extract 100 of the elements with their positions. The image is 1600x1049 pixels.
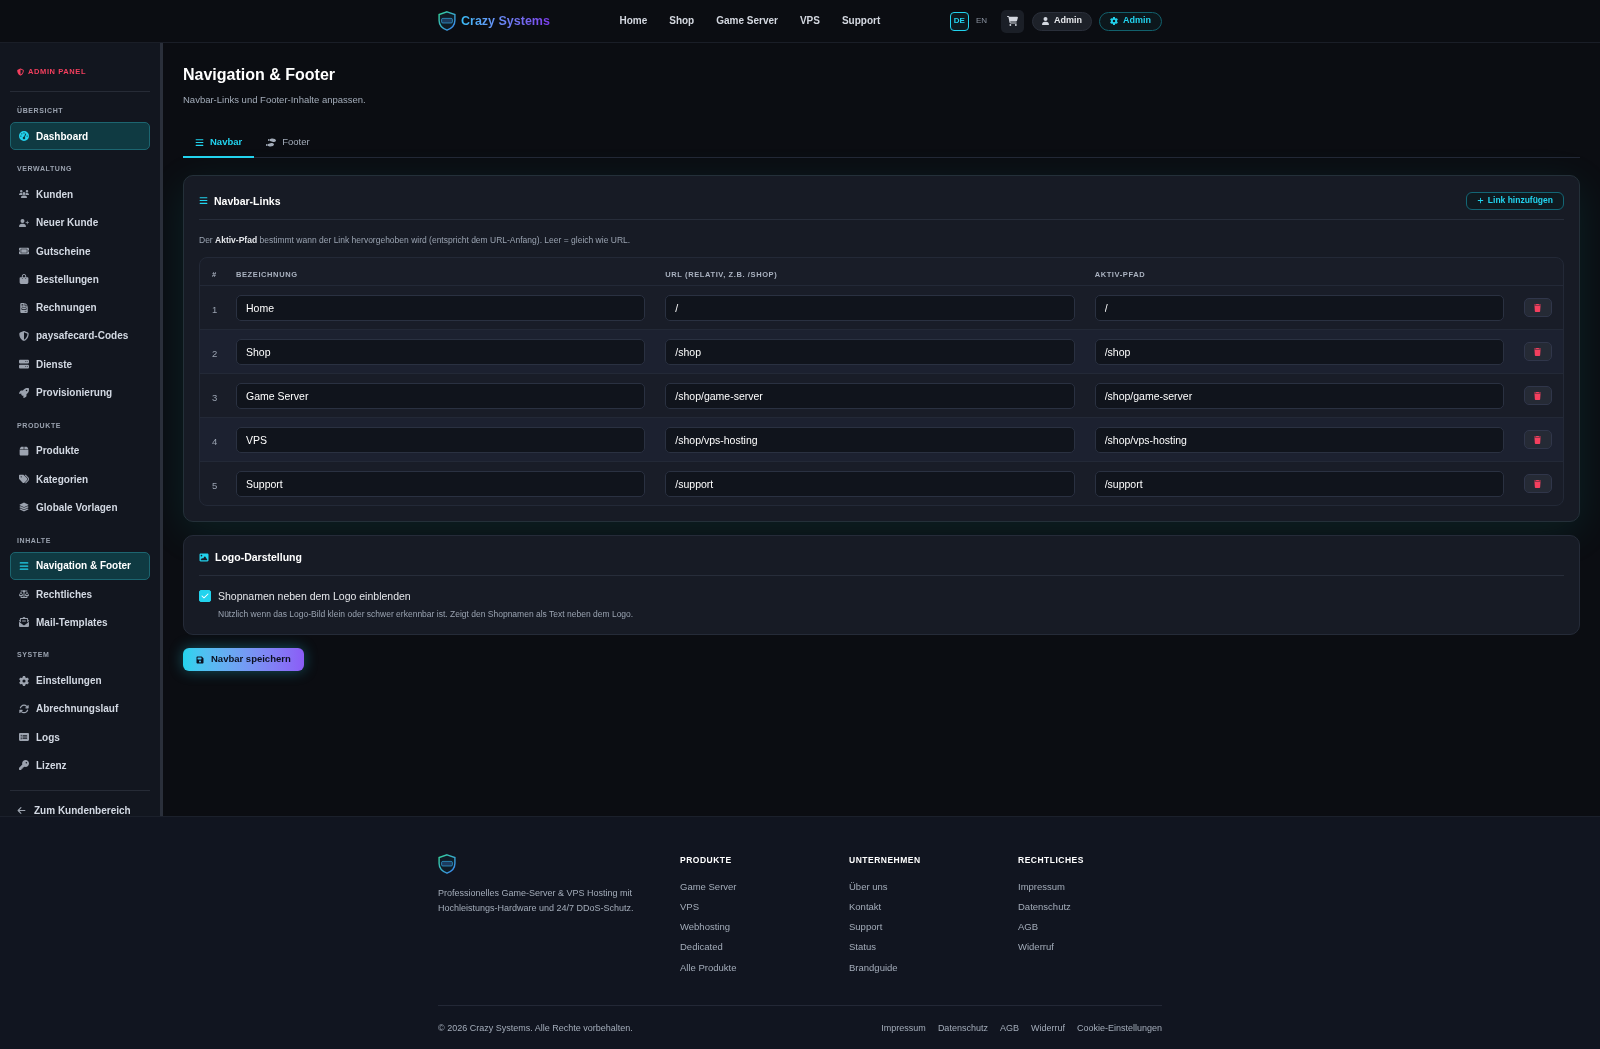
text-input[interactable]: /shop <box>1094 338 1504 365</box>
text-input[interactable]: /shop <box>665 338 1075 365</box>
back-link[interactable]: Zum Kundenbereich <box>17 804 150 816</box>
nav-link[interactable]: VPS <box>799 14 820 28</box>
row-number: 2 <box>212 347 218 359</box>
footer-link[interactable]: Impressum <box>881 1021 926 1034</box>
sidebar-item[interactable]: Abrechnungslauf <box>10 694 150 724</box>
copyright-text: © 2026 Crazy Systems. Alle Rechte vorbehalten. <box>438 1021 633 1034</box>
key-icon <box>19 760 29 771</box>
sidebar-item[interactable]: Dienste <box>10 350 150 379</box>
settings-icon <box>19 675 29 686</box>
card-title: Navbar-Links <box>214 193 281 208</box>
footer-link[interactable]: Cookie-Einstellungen <box>1076 1021 1162 1034</box>
user-icon <box>1042 17 1049 25</box>
card-title: Logo-Darstellung <box>215 550 302 564</box>
row-number: 4 <box>212 435 218 447</box>
sidebar-item[interactable]: Kategorien <box>10 464 150 494</box>
footer-link[interactable]: Über uns <box>849 879 888 893</box>
text-input[interactable]: /shop/vps-hosting <box>665 426 1075 453</box>
language-toggle[interactable]: DE <box>949 11 969 31</box>
menu-icon <box>195 137 204 147</box>
brand-name[interactable]: Crazy Systems <box>461 13 550 29</box>
footer-link[interactable]: Status <box>849 940 876 954</box>
checkbox-label[interactable]: Shopnamen neben dem Logo einblenden <box>218 589 411 603</box>
footer-link[interactable]: Dedicated <box>680 940 723 954</box>
user-plus-icon <box>19 217 29 228</box>
delete-button[interactable] <box>1524 474 1552 493</box>
delete-button[interactable] <box>1524 342 1552 361</box>
tab[interactable]: Footer <box>254 128 322 158</box>
sidebar-item[interactable]: Logs <box>10 723 150 752</box>
language-toggle[interactable]: EN <box>973 11 989 31</box>
sidebar-item[interactable]: Dashboard <box>10 122 150 151</box>
text-input[interactable]: /support <box>665 470 1075 497</box>
sidebar-item[interactable]: Bestellungen <box>10 265 150 294</box>
sidebar-item[interactable]: Lizenz <box>10 751 150 780</box>
sidebar-item[interactable]: Neuer Kunde <box>10 208 150 237</box>
footer-link[interactable]: Alle Produkte <box>680 960 737 974</box>
nav-link[interactable]: Shop <box>669 14 695 28</box>
text-input[interactable]: /shop/vps-hosting <box>1094 426 1504 453</box>
nav-link[interactable]: Game Server <box>716 14 778 28</box>
sidebar-item[interactable]: Einstellungen <box>10 666 150 695</box>
page-subtitle: Navbar-Links und Footer-Inhalte anpassen. <box>183 94 367 106</box>
text-input[interactable]: / <box>665 294 1075 321</box>
footer-heading: PRODUKTE <box>680 854 733 866</box>
footer-link[interactable]: Webhosting <box>680 920 730 934</box>
footer-link[interactable]: AGB <box>999 1021 1019 1034</box>
tab[interactable]: Navbar <box>183 128 255 158</box>
layers-icon <box>19 502 29 513</box>
server-icon <box>19 359 29 370</box>
bag-icon <box>19 274 29 285</box>
footer-link[interactable]: Datenschutz <box>937 1021 988 1034</box>
add-link-button[interactable]: Link hinzufügen <box>1465 191 1564 210</box>
text-input[interactable]: Shop <box>236 338 646 365</box>
footer-link[interactable]: VPS <box>680 899 699 913</box>
footer-link[interactable]: Kontakt <box>849 899 882 913</box>
text-input[interactable]: /shop/game-server <box>1094 382 1504 409</box>
text-input[interactable]: Support <box>236 470 646 497</box>
footer-link[interactable]: Support <box>849 920 883 934</box>
text-input[interactable]: Game Server <box>236 382 646 409</box>
cart-button[interactable] <box>1001 9 1024 33</box>
sidebar-item[interactable]: Globale Vorlagen <box>10 493 150 522</box>
sidebar-item[interactable]: Rechtliches <box>10 579 150 609</box>
footer-link[interactable]: Datenschutz <box>1018 899 1071 913</box>
footer-description: Professionelles Game-Server & VPS Hosting mit Hochleistungs-Hardware und 24/7 DDoS-Schutz. <box>438 887 635 915</box>
tags-icon <box>19 474 29 485</box>
check-icon <box>201 592 209 600</box>
save-button[interactable]: Navbar speichern <box>183 648 304 671</box>
menu-icon <box>19 560 29 571</box>
sidebar-item[interactable]: Kunden <box>10 180 150 209</box>
delete-button[interactable] <box>1524 298 1552 317</box>
delete-button[interactable] <box>1524 430 1552 449</box>
text-input[interactable]: Home <box>236 294 646 321</box>
sidebar-item[interactable]: Provisionierung <box>10 378 150 407</box>
sidebar-item[interactable]: paysafecard-Codes <box>10 321 150 351</box>
nav-link[interactable]: Home <box>619 14 648 28</box>
admin-button[interactable]: Admin <box>1099 11 1162 31</box>
text-input[interactable]: / <box>1094 294 1504 321</box>
trash-icon <box>1534 435 1542 444</box>
sidebar-item[interactable]: Produkte <box>10 436 150 465</box>
text-input[interactable]: /shop/game-server <box>665 382 1075 409</box>
footer-link[interactable]: Widerruf <box>1018 940 1054 954</box>
sidebar-item[interactable]: Mail-Templates <box>10 608 150 637</box>
sidebar-item[interactable]: Rechnungen <box>10 293 150 322</box>
text-input[interactable]: VPS <box>236 426 646 453</box>
footer-link[interactable]: Brandguide <box>849 960 898 974</box>
users-icon <box>19 189 29 200</box>
footer-link[interactable]: Impressum <box>1018 879 1065 893</box>
nav-link[interactable]: Support <box>841 14 881 28</box>
delete-button[interactable] <box>1524 386 1552 405</box>
hint-text: Nützlich wenn das Logo-Bild klein oder schwer erkennbar ist. Zeigt den Shopnamen als Text neben dem Logo. <box>218 608 635 620</box>
footer-link[interactable]: Game Server <box>680 879 737 893</box>
footer-link[interactable]: AGB <box>1018 920 1039 934</box>
ticket-icon <box>19 246 29 257</box>
sidebar-item[interactable]: Gutscheine <box>10 236 150 266</box>
checkbox[interactable] <box>199 590 211 602</box>
account-button[interactable]: Admin <box>1032 11 1092 31</box>
text-input[interactable]: /support <box>1094 470 1504 497</box>
envelope-icon <box>19 617 29 628</box>
sidebar-item[interactable]: Navigation & Footer <box>10 551 150 580</box>
footer-link[interactable]: Widerruf <box>1030 1021 1065 1034</box>
